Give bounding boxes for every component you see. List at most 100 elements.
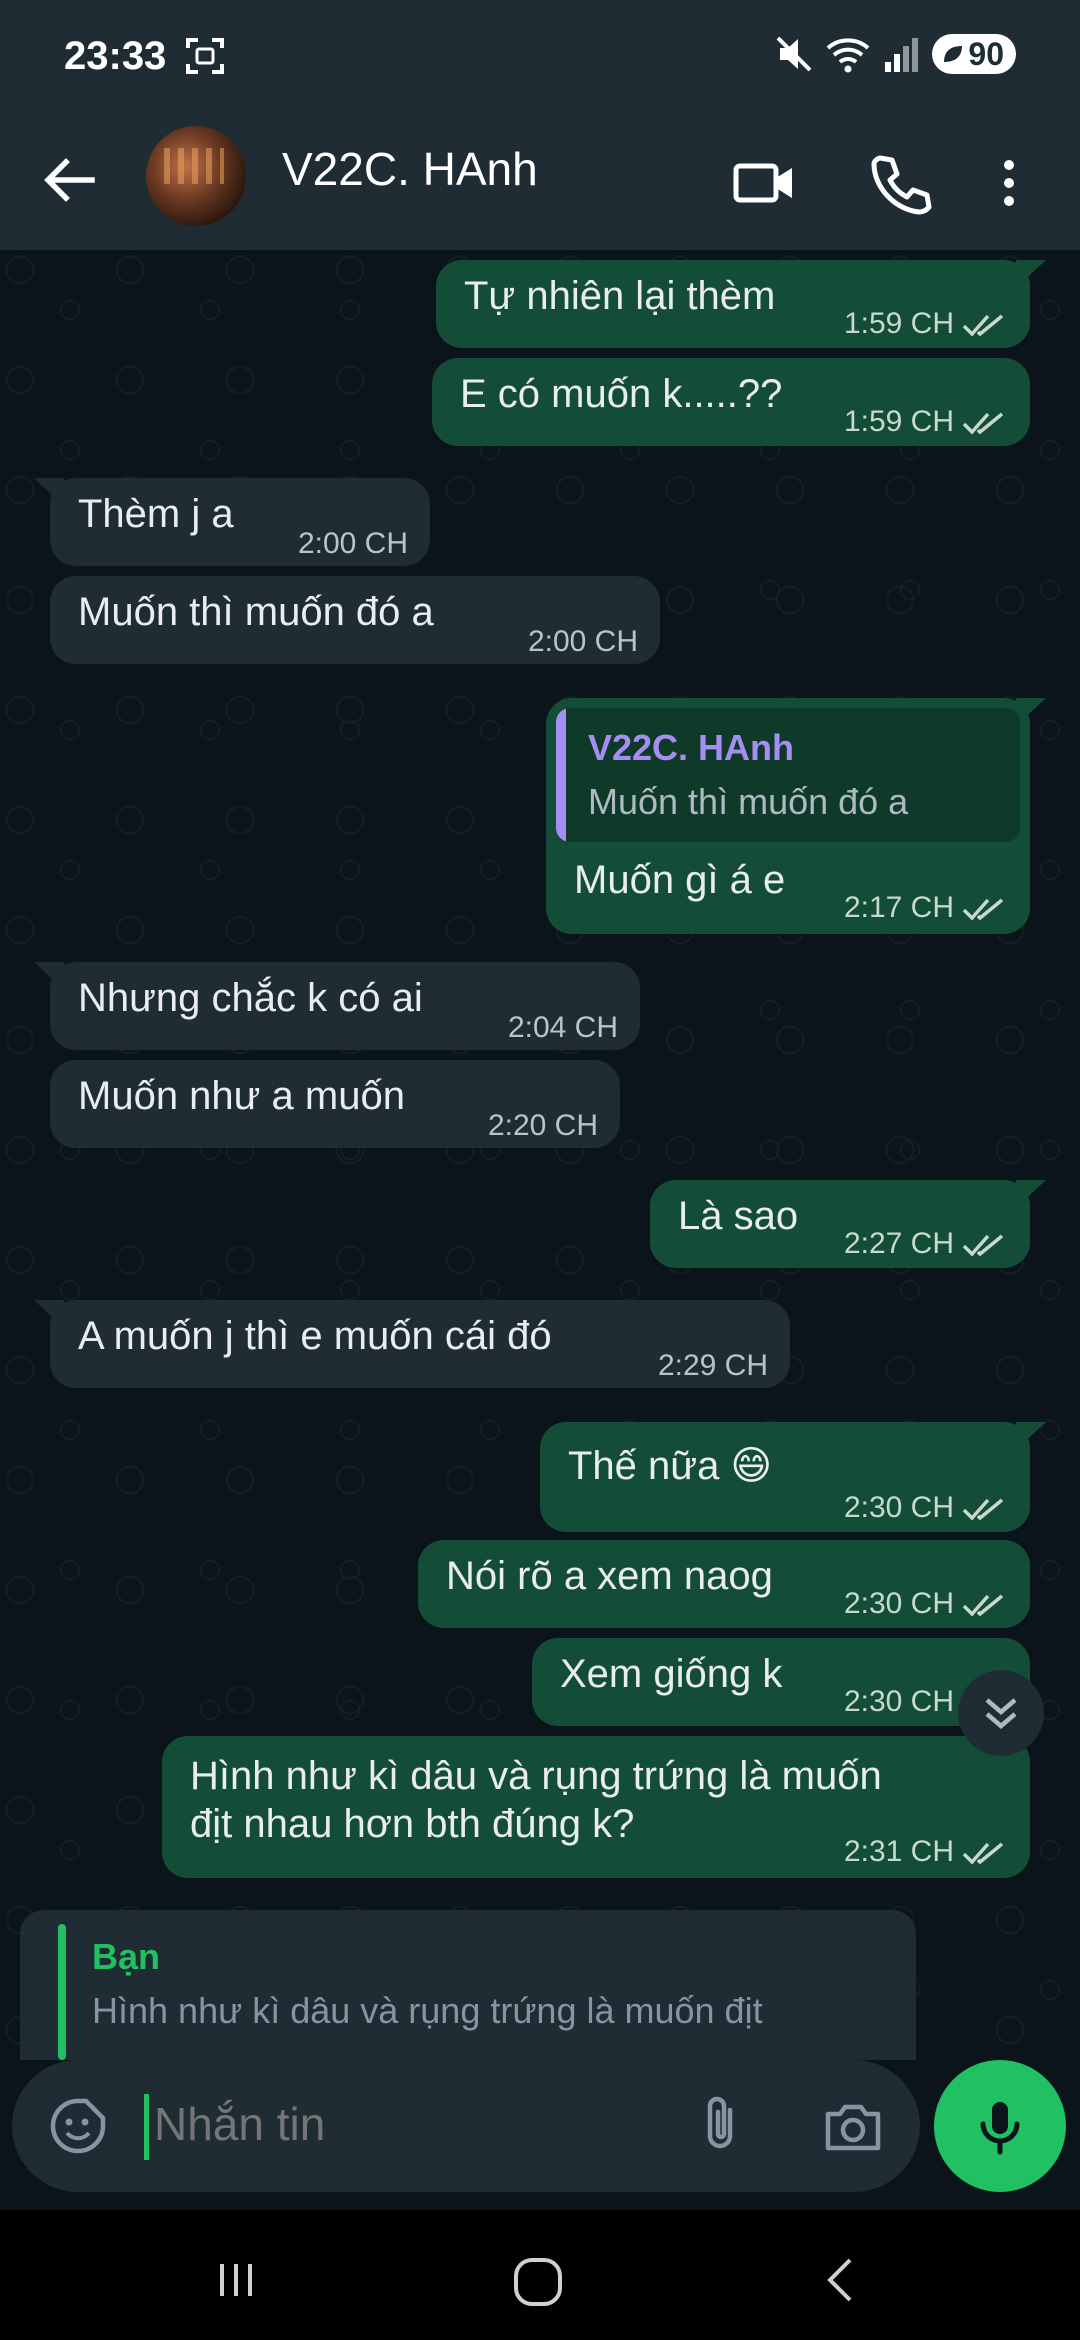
battery-saver-icon: [944, 46, 963, 62]
voice-call-icon[interactable]: [866, 148, 936, 218]
chat-header: V22C. HAnh: [0, 118, 1080, 250]
quote-accent-bar: [556, 708, 566, 842]
message-text: địt nhau hơn bth đúng k?: [190, 1802, 635, 1846]
incoming-message[interactable]: A muốn j thì e muốn cái đó 2:29 CH: [34, 1300, 790, 1388]
incoming-message[interactable]: Nhưng chắc k có ai 2:04 CH: [34, 962, 640, 1050]
status-icons: 90: [776, 32, 1016, 76]
message-meta: 2:27 CH: [844, 1220, 1006, 1268]
double-check-icon: [962, 314, 1004, 337]
message-time: 2:04 CH: [507, 1011, 618, 1044]
outgoing-message[interactable]: Thế nữa 😄 2:30 CH: [540, 1422, 1046, 1532]
message-text: Hình như kì dâu và rụng trứng là muốn: [190, 1754, 882, 1798]
quote-author: V22C. HAnh: [588, 727, 795, 768]
bubble-tail: [34, 478, 64, 506]
message-time: 2:17 CH: [843, 891, 954, 924]
contact-name[interactable]: V22C. HAnh: [282, 142, 538, 196]
message-time: 1:59 CH: [843, 307, 954, 340]
message-meta: 2:30 CH: [844, 1484, 1006, 1532]
double-check-icon: [962, 898, 1004, 921]
wifi-icon: [827, 38, 870, 73]
message-input[interactable]: [152, 2096, 754, 2152]
message-time: 2:27 CH: [843, 1227, 954, 1260]
incoming-message[interactable]: Muốn thì muốn đó a 2:00 CH: [50, 576, 660, 664]
back-icon[interactable]: [812, 2250, 872, 2310]
message-text: Thế nữa 😄: [568, 1444, 773, 1488]
message-time: 1:59 CH: [843, 405, 954, 438]
double-check-icon: [962, 1594, 1004, 1617]
status-bar: 23:33 90: [0, 0, 1080, 118]
bubble-tail: [1016, 698, 1046, 726]
message-text: Là sao: [678, 1194, 799, 1238]
quote-text: Muốn thì muốn đó a: [588, 781, 909, 822]
message-text: Muốn thì muốn đó a: [78, 590, 434, 634]
bubble-tail: [1016, 1422, 1046, 1450]
status-time: 23:33: [64, 34, 167, 78]
message-text: Nói rõ a xem naog: [446, 1554, 773, 1598]
message-text: Tự nhiên lại thèm: [464, 274, 776, 318]
outgoing-message[interactable]: Tự nhiên lại thèm 1:59 CH: [436, 260, 1046, 348]
double-check-icon: [962, 1842, 1004, 1865]
paperclip-icon[interactable]: [690, 2092, 756, 2158]
reply-author: Bạn: [92, 1936, 161, 1977]
reply-text: Hình như kì dâu và rụng trứng là muốn đị…: [92, 1990, 763, 2031]
back-arrow-icon[interactable]: [38, 148, 102, 212]
double-check-icon: [962, 412, 1004, 435]
outgoing-message[interactable]: Là sao 2:27 CH: [650, 1180, 1046, 1268]
battery-level: 90: [968, 35, 1004, 72]
scroll-to-bottom-button[interactable]: [958, 1670, 1044, 1756]
message-text: Thèm j a: [78, 492, 234, 536]
message-text: Xem giống k: [560, 1652, 783, 1696]
bubble-tail: [1016, 260, 1046, 288]
bubble-tail: [34, 962, 64, 990]
voice-record-button[interactable]: [934, 2060, 1066, 2192]
message-time: 2:31 CH: [843, 1835, 954, 1868]
message-composer: [12, 2060, 920, 2192]
outgoing-message[interactable]: Hình như kì dâu và rụng trứng là muốn đị…: [162, 1736, 1030, 1878]
reply-preview[interactable]: Bạn Hình như kì dâu và rụng trứng là muố…: [20, 1910, 916, 2060]
double-check-icon: [962, 1498, 1004, 1521]
quoted-message[interactable]: V22C. HAnh Muốn thì muốn đó a: [556, 708, 1020, 842]
message-meta: 2:30 CH: [844, 1580, 1006, 1628]
bubble-tail: [34, 1300, 64, 1328]
message-text: A muốn j thì e muốn cái đó: [78, 1314, 552, 1358]
message-time: 2:00 CH: [527, 625, 638, 658]
more-options-icon[interactable]: [984, 148, 1034, 218]
outgoing-message[interactable]: Nói rõ a xem naog 2:30 CH: [418, 1540, 1030, 1628]
mute-icon: [776, 36, 812, 72]
contact-avatar[interactable]: [146, 126, 246, 226]
message-meta: 1:59 CH: [844, 398, 1006, 446]
message-time: 2:30 CH: [843, 1491, 954, 1524]
outgoing-message[interactable]: E có muốn k.....?? 1:59 CH: [432, 358, 1030, 446]
double-chevron-down-icon: [985, 1698, 1017, 1729]
home-icon[interactable]: [508, 2250, 572, 2314]
message-time: 2:29 CH: [657, 1349, 768, 1382]
signal-icon: [885, 38, 919, 72]
message-meta: 2:31 CH: [844, 1828, 1006, 1876]
message-text: Muốn như a muốn: [78, 1074, 405, 1118]
reply-accent-bar: [58, 1924, 66, 2060]
message-list[interactable]: Tự nhiên lại thèm 1:59 CH E có muốn k...…: [0, 250, 1080, 2060]
sticker-emoji-icon[interactable]: [48, 2096, 108, 2156]
message-text: Nhưng chắc k có ai: [78, 976, 423, 1020]
double-check-icon: [962, 1234, 1004, 1257]
battery-indicator: 90: [932, 34, 1016, 74]
message-text: E có muốn k.....??: [460, 372, 783, 416]
incoming-message[interactable]: Thèm j a 2:00 CH: [34, 478, 430, 566]
message-text: Muốn gì á e: [574, 858, 786, 902]
screenshot-icon: [186, 38, 224, 74]
message-meta: 2:17 CH: [844, 884, 1006, 932]
message-time: 2:30 CH: [843, 1587, 954, 1620]
recent-apps-icon[interactable]: [206, 2250, 266, 2310]
bubble-tail: [1016, 1180, 1046, 1208]
message-time: 2:00 CH: [297, 527, 408, 560]
camera-icon[interactable]: [822, 2096, 884, 2158]
outgoing-reply-message[interactable]: V22C. HAnh Muốn thì muốn đó a Muốn gì á …: [546, 698, 1046, 934]
message-meta: 1:59 CH: [844, 300, 1006, 348]
text-cursor: [144, 2094, 149, 2160]
microphone-icon: [980, 2102, 1020, 2155]
message-time: 2:20 CH: [487, 1109, 598, 1142]
outgoing-message[interactable]: Xem giống k 2:30 CH: [532, 1638, 1030, 1726]
video-call-icon[interactable]: [730, 148, 800, 218]
system-navigation-bar: [0, 2210, 1080, 2340]
incoming-message[interactable]: Muốn như a muốn 2:20 CH: [50, 1060, 620, 1148]
